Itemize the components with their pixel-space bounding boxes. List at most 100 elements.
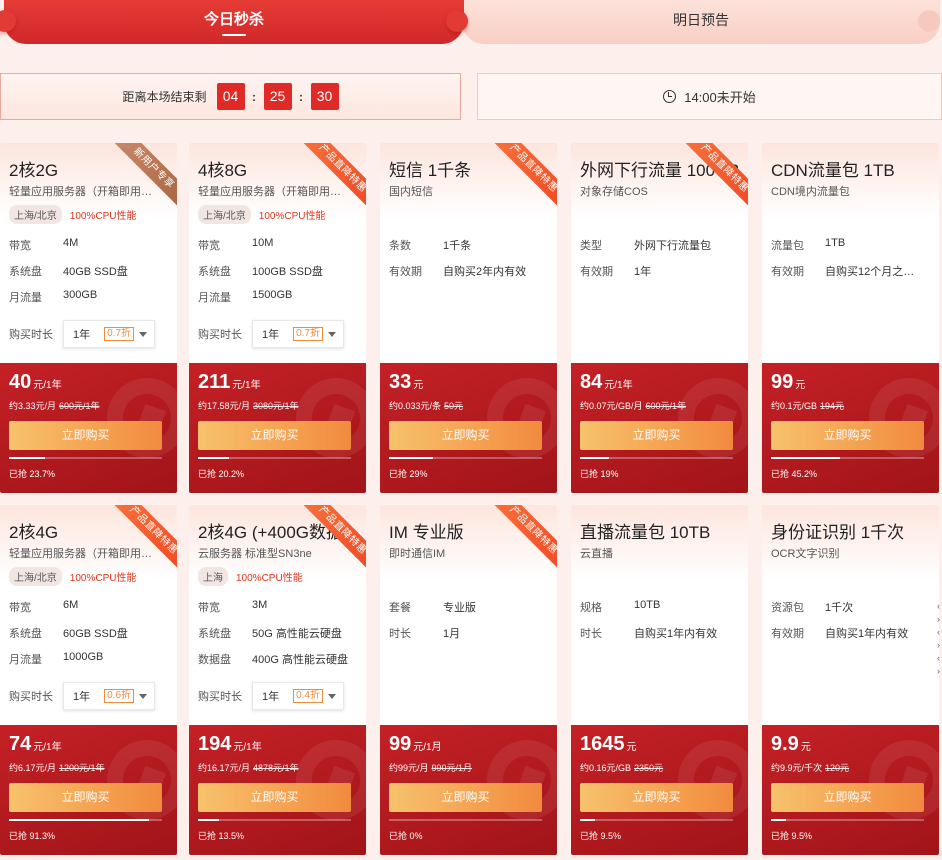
spec-row: 资源包 1千次 [771, 599, 853, 615]
card-tags: 上海/北京 100%CPU性能 [9, 567, 136, 586]
buy-now-button[interactable]: 立即购买 [9, 421, 162, 450]
buy-now-button[interactable]: 立即购买 [580, 783, 733, 812]
tab-today[interactable]: 今日秒杀 [4, 0, 464, 44]
spec-key: 系统盘 [198, 266, 231, 278]
spec-row: 规格 10TB [580, 599, 660, 615]
duration-select[interactable]: 1年 0.7折 [252, 320, 344, 348]
price-amount: 9.9 [771, 733, 799, 755]
spec-key: 有效期 [771, 628, 804, 640]
spec-key: 系统盘 [9, 266, 42, 278]
spec-row: 月流量 1500GB [198, 289, 292, 305]
spec-value: 400G 高性能云硬盘 [252, 654, 348, 666]
buy-now-button[interactable]: 立即购买 [389, 783, 542, 812]
countdown-hours: 04 [216, 83, 245, 110]
tab-active-underline [222, 34, 246, 36]
price: 194 元/1年 [198, 733, 262, 756]
spec-value: 自购买2年内有效 [443, 266, 527, 278]
per-unit-price: 约6.17元/月 [9, 763, 57, 773]
buy-now-button[interactable]: 立即购买 [771, 783, 924, 812]
sold-percentage: 已抢 29% [389, 469, 428, 479]
spec-value: 1月 [443, 628, 461, 640]
spec-row: 系统盘 40GB SSD盘 [9, 263, 128, 279]
buy-now-button[interactable]: 立即购买 [9, 783, 162, 812]
price: 40 元/1年 [9, 371, 62, 394]
spec-row: 数据盘 400G 高性能云硬盘 [198, 651, 348, 667]
price-detail: 约0.07元/GB/月 600元/1年 [580, 399, 686, 412]
buy-now-button[interactable]: 立即购买 [771, 421, 924, 450]
product-title: CDN流量包 1TB [771, 161, 895, 180]
duration-value: 1年 [262, 691, 280, 703]
session-tabs: 明日预告 今日秒杀 [0, 0, 942, 46]
spec-row: 类型 外网下行流量包 [580, 237, 711, 253]
price: 211 元/1年 [198, 371, 261, 394]
sold-percentage: 已抢 23.7% [9, 469, 56, 479]
product-card: IM 专业版 即时通信IM 产品直降特惠 套餐 专业版 时长 1月 99 元/1月 约99元/月 9… [380, 505, 557, 855]
duration-label: 购买时长 [198, 329, 242, 341]
price-unit: 元 [413, 380, 424, 391]
spec-value: 1000GB [63, 651, 104, 663]
spec-value: 1TB [825, 237, 846, 249]
price-panel: 40 元/1年 约3.33元/月 600元/1年 立即购买 已抢 23.7% [0, 363, 177, 493]
spec-key: 月流量 [9, 654, 42, 666]
location-tag: 上海/北京 [9, 205, 62, 224]
spec-key: 有效期 [389, 266, 422, 278]
spec-value: 外网下行流量包 [634, 240, 711, 252]
buy-now-button[interactable]: 立即购买 [580, 421, 733, 450]
next-session-bar[interactable]: 14:00未开始 [477, 73, 942, 120]
duration-select[interactable]: 1年 0.7折 [63, 320, 155, 348]
product-card: 2核4G 轻量应用服务器（开箱即用… 产品直降特惠 上海/北京 100%CPU性能 带宽 6… [0, 505, 177, 855]
price: 99 元/1月 [389, 733, 442, 756]
spec-key: 时长 [580, 628, 602, 640]
sold-percentage: 已抢 9.5% [580, 831, 622, 841]
discount-badge: 0.6折 [104, 689, 135, 703]
chevron-down-icon [139, 693, 148, 699]
spec-key: 资源包 [771, 602, 804, 614]
price-unit: 元/1年 [232, 380, 261, 391]
price-amount: 194 [198, 733, 232, 755]
product-card: 外网下行流量 100GB 对象存储COS 产品直降特惠 类型 外网下行流量包 有效期 1年 8… [571, 143, 748, 493]
spec-key: 月流量 [198, 292, 231, 304]
scroll-indicator-icon[interactable]: ‹ › ‹ › ‹ › [937, 600, 940, 678]
price: 1645 元 [580, 733, 637, 756]
location-tag: 上海 [198, 567, 228, 586]
duration-label: 购买时长 [9, 329, 53, 341]
spec-row: 有效期 1年 [580, 263, 651, 279]
countdown-colon: : [299, 89, 303, 104]
price-amount: 1645 [580, 733, 625, 755]
product-subtitle: 云服务器 标准型SN3ne [198, 548, 312, 560]
duration-select[interactable]: 1年 0.6折 [63, 682, 155, 710]
sold-percentage: 已抢 9.5% [771, 831, 813, 841]
product-subtitle: CDN境内流量包 [771, 186, 850, 198]
sold-percentage: 已抢 0% [389, 831, 423, 841]
price-amount: 40 [9, 371, 32, 393]
buy-now-button[interactable]: 立即购买 [198, 421, 351, 450]
product-card: 短信 1千条 国内短信 产品直降特惠 条数 1千条 有效期 自购买2年内有效 33 元约0.03… [380, 143, 557, 493]
countdown-minutes: 25 [263, 83, 292, 110]
cpu-tag: 100%CPU性能 [69, 211, 137, 222]
chevron-down-icon [328, 331, 337, 337]
per-unit-price: 约0.16元/GB [580, 763, 632, 773]
sold-progress-fill [771, 457, 841, 459]
spec-row: 带宽 6M [9, 599, 78, 615]
spec-key: 套餐 [389, 602, 411, 614]
tab-knob-middle [446, 10, 468, 32]
price-unit: 元 [795, 380, 806, 391]
spec-key: 带宽 [9, 602, 31, 614]
buy-now-button[interactable]: 立即购买 [198, 783, 351, 812]
product-subtitle: 轻量应用服务器（开箱即用… [198, 186, 341, 198]
price-panel: 84 元/1年 约0.07元/GB/月 600元/1年 立即购买 已抢 19% [571, 363, 748, 493]
spec-value: 10M [252, 237, 274, 249]
tab-tomorrow[interactable]: 明日预告 [462, 0, 940, 44]
chevron-down-icon [139, 331, 148, 337]
location-tag: 上海/北京 [198, 205, 251, 224]
duration-value: 1年 [73, 691, 91, 703]
spec-value: 1年 [634, 266, 652, 278]
spec-key: 有效期 [580, 266, 613, 278]
sold-progress-bar [580, 457, 733, 459]
duration-row: 购买时长 1年 0.7折 [9, 320, 155, 348]
product-card: 2核4G (+400G数据… 云服务器 标准型SN3ne 产品直降特惠 上海 100%C… [189, 505, 366, 855]
duration-select[interactable]: 1年 0.4折 [252, 682, 344, 710]
buy-now-button[interactable]: 立即购买 [389, 421, 542, 450]
sold-percentage: 已抢 45.2% [771, 469, 818, 479]
product-subtitle: 云直播 [580, 548, 613, 560]
